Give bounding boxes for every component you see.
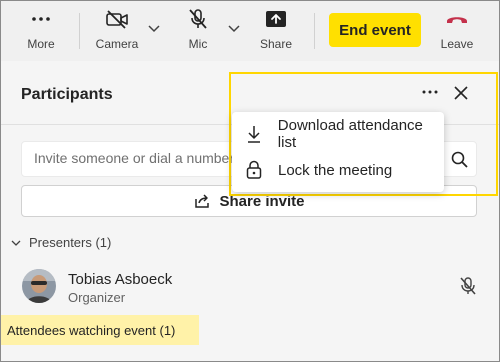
share-screen-icon (265, 1, 287, 37)
participant-role: Organizer (68, 290, 126, 305)
download-attendance-list-item[interactable]: Download attendance list (232, 116, 444, 152)
meeting-toolbar: More Camera Mic Share End event Leave (1, 1, 499, 61)
lock-icon (242, 160, 266, 180)
more-actions-button[interactable]: More (21, 1, 61, 61)
avatar (22, 269, 56, 303)
more-horizontal-icon (31, 1, 51, 37)
more-options-icon[interactable] (421, 84, 439, 102)
presenters-label: Presenters (1) (29, 235, 112, 250)
menu-item-label: Lock the meeting (278, 161, 393, 179)
end-event-button[interactable]: End event (329, 13, 421, 47)
lock-meeting-item[interactable]: Lock the meeting (232, 152, 444, 188)
close-icon[interactable] (452, 84, 470, 107)
participant-mic-off-icon (459, 276, 477, 301)
participant-name: Tobias Asboeck (68, 271, 173, 288)
share-icon (193, 193, 211, 209)
share-button[interactable]: Share (259, 1, 293, 61)
mic-label: Mic (188, 37, 208, 51)
share-label: Share (259, 37, 293, 51)
menu-item-label: Download attendance list (277, 117, 423, 151)
camera-button[interactable]: Camera (95, 1, 139, 61)
chevron-down-icon (11, 239, 21, 247)
mic-options-chevron-icon[interactable] (227, 21, 241, 39)
toolbar-divider (79, 13, 80, 49)
camera-options-chevron-icon[interactable] (147, 21, 161, 39)
mic-button[interactable]: Mic (181, 1, 215, 61)
camera-label: Camera (95, 37, 139, 51)
hang-up-icon (445, 1, 469, 37)
options-menu: Download attendance list Lock the meetin… (232, 112, 444, 192)
more-label: More (27, 37, 55, 51)
mic-off-icon (187, 1, 209, 37)
toolbar-divider (314, 13, 315, 49)
camera-off-icon (105, 1, 129, 37)
leave-label: Leave (440, 37, 474, 51)
leave-button[interactable]: Leave (439, 1, 475, 61)
panel-title: Participants (21, 86, 113, 103)
attendees-watching-section[interactable]: Attendees watching event (1) (1, 315, 199, 345)
download-icon (242, 124, 266, 144)
presenters-section-toggle[interactable]: Presenters (1) (11, 235, 111, 250)
